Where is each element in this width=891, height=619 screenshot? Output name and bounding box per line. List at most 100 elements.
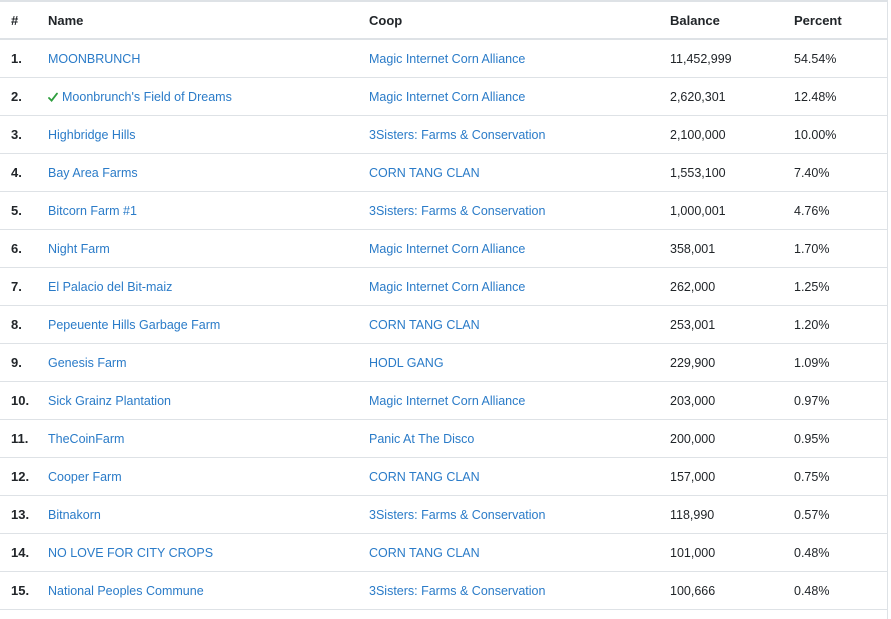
name-cell: MOONBRUNCH (48, 39, 369, 78)
rank-cell: 5. (0, 191, 48, 230)
farm-name-link[interactable]: El Palacio del Bit-maiz (48, 280, 172, 294)
coop-link[interactable]: 3Sisters: Farms & Conservation (369, 584, 545, 598)
coop-cell: Magic Internet Corn Alliance (369, 39, 670, 78)
percent-cell: 1.20% (794, 305, 887, 344)
coop-link[interactable]: Magic Internet Corn Alliance (369, 52, 525, 66)
coop-link[interactable]: 3Sisters: Farms & Conservation (369, 128, 545, 142)
rank-cell: 12. (0, 457, 48, 496)
coop-link[interactable]: HODL GANG (369, 356, 444, 370)
coop-cell: 3Sisters: Farms & Conservation (369, 495, 670, 534)
name-cell: Bitcorn Farm #1 (48, 191, 369, 230)
percent-cell: 12.48% (794, 77, 887, 116)
farm-name-link[interactable]: Bitcorn Farm #1 (48, 204, 137, 218)
farm-name-link[interactable]: Genesis Farm (48, 356, 127, 370)
balance-cell: 1,553,100 (670, 153, 794, 192)
farm-name-link[interactable]: Sick Grainz Plantation (48, 394, 171, 408)
column-header-balance: Balance (670, 2, 794, 40)
coop-cell: Magic Internet Corn Alliance (369, 229, 670, 268)
table-row: 7. El Palacio del Bit-maiz Magic Internet … (0, 267, 887, 306)
farm-leaderboard-table: # Name Coop Balance Percent 1. MOONBRUNCH… (0, 2, 887, 610)
coop-link[interactable]: Magic Internet Corn Alliance (369, 90, 525, 104)
table-row: 15. National Peoples Commune 3Sisters: Far… (0, 571, 887, 610)
farm-name-link[interactable]: Pepeuente Hills Garbage Farm (48, 318, 220, 332)
coop-cell: 3Sisters: Farms & Conservation (369, 191, 670, 230)
table-row: 2. Moonbrunch's Field of Dreams Magic Inte… (0, 77, 887, 116)
farm-name-link[interactable]: NO LOVE FOR CITY CROPS (48, 546, 213, 560)
name-cell: Bitnakorn (48, 495, 369, 534)
leaderboard-panel: # Name Coop Balance Percent 1. MOONBRUNCH… (0, 0, 888, 619)
rank-cell: 9. (0, 343, 48, 382)
balance-cell: 1,000,001 (670, 191, 794, 230)
rank-cell: 14. (0, 533, 48, 572)
balance-cell: 2,100,000 (670, 115, 794, 154)
rank-cell: 8. (0, 305, 48, 344)
farm-name-link[interactable]: Night Farm (48, 242, 110, 256)
coop-link[interactable]: CORN TANG CLAN (369, 546, 480, 560)
balance-cell: 100,666 (670, 571, 794, 610)
table-body: 1. MOONBRUNCH Magic Internet Corn Alliance… (0, 39, 887, 610)
farm-name-link[interactable]: MOONBRUNCH (48, 52, 140, 66)
farm-name-link[interactable]: National Peoples Commune (48, 584, 204, 598)
table-row: 14. NO LOVE FOR CITY CROPS CORN TANG CLAN 1… (0, 533, 887, 572)
rank-cell: 4. (0, 153, 48, 192)
rank-cell: 6. (0, 229, 48, 268)
table-row: 5. Bitcorn Farm #1 3Sisters: Farms & Conse… (0, 191, 887, 230)
coop-link[interactable]: Magic Internet Corn Alliance (369, 394, 525, 408)
farm-name-link[interactable]: Bay Area Farms (48, 166, 138, 180)
farm-name-link[interactable]: Bitnakorn (48, 508, 101, 522)
balance-cell: 203,000 (670, 381, 794, 420)
coop-link[interactable]: CORN TANG CLAN (369, 166, 480, 180)
coop-link[interactable]: Magic Internet Corn Alliance (369, 242, 525, 256)
farm-name-link[interactable]: TheCoinFarm (48, 432, 124, 446)
coop-cell: 3Sisters: Farms & Conservation (369, 115, 670, 154)
balance-cell: 157,000 (670, 457, 794, 496)
farm-name-link[interactable]: Moonbrunch's Field of Dreams (62, 90, 232, 104)
table-row: 10. Sick Grainz Plantation Magic Internet … (0, 381, 887, 420)
column-header-name: Name (48, 2, 369, 40)
table-row: 1. MOONBRUNCH Magic Internet Corn Alliance… (0, 39, 887, 78)
percent-cell: 0.75% (794, 457, 887, 496)
rank-cell: 13. (0, 495, 48, 534)
coop-link[interactable]: CORN TANG CLAN (369, 470, 480, 484)
name-cell: Night Farm (48, 229, 369, 268)
name-cell: Genesis Farm (48, 343, 369, 382)
name-cell: NO LOVE FOR CITY CROPS (48, 533, 369, 572)
percent-cell: 10.00% (794, 115, 887, 154)
coop-cell: CORN TANG CLAN (369, 457, 670, 496)
percent-cell: 1.70% (794, 229, 887, 268)
name-cell: Sick Grainz Plantation (48, 381, 369, 420)
coop-link[interactable]: 3Sisters: Farms & Conservation (369, 508, 545, 522)
rank-cell: 10. (0, 381, 48, 420)
name-cell: TheCoinFarm (48, 419, 369, 458)
balance-cell: 200,000 (670, 419, 794, 458)
balance-cell: 118,990 (670, 495, 794, 534)
coop-link[interactable]: Magic Internet Corn Alliance (369, 280, 525, 294)
column-header-rank: # (0, 2, 48, 40)
farm-name-link[interactable]: Highbridge Hills (48, 128, 136, 142)
percent-cell: 4.76% (794, 191, 887, 230)
percent-cell: 7.40% (794, 153, 887, 192)
percent-cell: 0.97% (794, 381, 887, 420)
coop-cell: Magic Internet Corn Alliance (369, 77, 670, 116)
coop-link[interactable]: Panic At The Disco (369, 432, 474, 446)
table-row: 11. TheCoinFarm Panic At The Disco 200,000 0… (0, 419, 887, 458)
percent-cell: 0.95% (794, 419, 887, 458)
coop-cell: Panic At The Disco (369, 419, 670, 458)
balance-cell: 2,620,301 (670, 77, 794, 116)
coop-cell: Magic Internet Corn Alliance (369, 381, 670, 420)
percent-cell: 0.57% (794, 495, 887, 534)
name-cell: Highbridge Hills (48, 115, 369, 154)
table-row: 3. Highbridge Hills 3Sisters: Farms & Cons… (0, 115, 887, 154)
percent-cell: 1.09% (794, 343, 887, 382)
table-row: 13. Bitnakorn 3Sisters: Farms & Conservati… (0, 495, 887, 534)
balance-cell: 253,001 (670, 305, 794, 344)
rank-cell: 11. (0, 419, 48, 458)
column-header-percent: Percent (794, 2, 887, 40)
table-row: 12. Cooper Farm CORN TANG CLAN 157,000 0.75% (0, 457, 887, 496)
coop-cell: CORN TANG CLAN (369, 153, 670, 192)
rank-cell: 3. (0, 115, 48, 154)
farm-name-link[interactable]: Cooper Farm (48, 470, 122, 484)
coop-link[interactable]: CORN TANG CLAN (369, 318, 480, 332)
coop-cell: 3Sisters: Farms & Conservation (369, 571, 670, 610)
coop-link[interactable]: 3Sisters: Farms & Conservation (369, 204, 545, 218)
